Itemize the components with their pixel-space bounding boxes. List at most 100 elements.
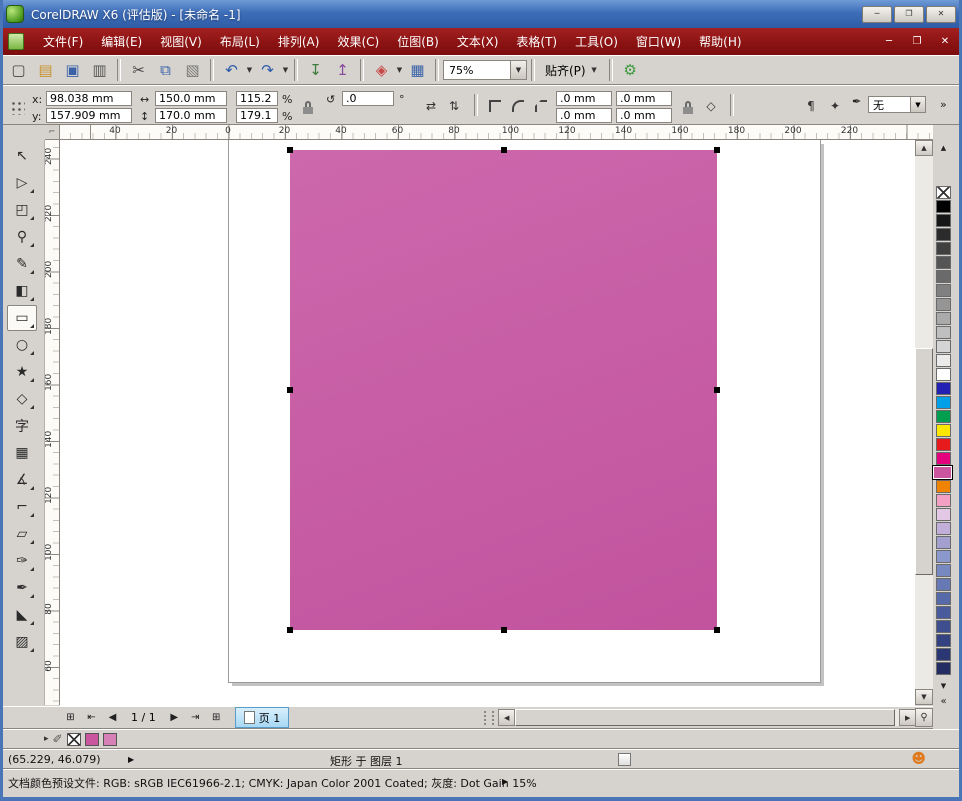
outline-width-dropdown-icon[interactable]: ▼: [910, 97, 925, 112]
title-bar[interactable]: CorelDRAW X6 (评估版) - [未命名 -1] ─ ❐ ✕: [0, 0, 962, 28]
selection-handle-top-left[interactable]: [287, 147, 293, 153]
document-palette-swatch[interactable]: [103, 733, 117, 746]
document-palette-swatch[interactable]: [85, 733, 99, 746]
lock-ratio-button[interactable]: [298, 97, 318, 117]
palette-swatch[interactable]: [936, 634, 951, 647]
snap-to-dropdown[interactable]: 贴齐(P)▼: [539, 56, 605, 84]
scroll-up-button[interactable]: ▲: [915, 140, 933, 156]
palette-swatch[interactable]: [936, 494, 951, 507]
menu-item-layout[interactable]: 布局(L): [211, 29, 269, 54]
save-button[interactable]: ▣: [59, 57, 86, 83]
freehand-tool[interactable]: ✎: [7, 251, 37, 277]
palette-swatch[interactable]: [936, 522, 951, 535]
page-tab[interactable]: 页 1: [235, 707, 290, 728]
palette-swatch[interactable]: [936, 410, 951, 423]
menu-item-arrange[interactable]: 排列(A): [269, 29, 329, 54]
user-account-icon[interactable]: ☻: [911, 751, 926, 767]
document-palette-tool-icon[interactable]: ✐: [53, 732, 63, 746]
palette-swatch[interactable]: [936, 564, 951, 577]
menu-item-table[interactable]: 表格(T): [507, 29, 566, 54]
toolbar-overflow-icon[interactable]: »: [940, 98, 947, 111]
palette-swatch[interactable]: [936, 550, 951, 563]
palette-swatch[interactable]: [936, 648, 951, 661]
palette-swatch[interactable]: [936, 214, 951, 227]
scale-y-field[interactable]: 179.1: [236, 108, 278, 123]
selected-rectangle-object[interactable]: [290, 150, 717, 630]
undo-button-dropdown-icon[interactable]: ▼: [245, 58, 254, 82]
ruler-origin-button[interactable]: ⌐: [45, 125, 60, 140]
corner-radius-tr-field[interactable]: .0 mm: [616, 91, 672, 106]
document-navigator-button[interactable]: ⚲: [915, 708, 933, 727]
outline-pen-tool[interactable]: ✒: [7, 575, 37, 601]
palette-swatch[interactable]: [936, 256, 951, 269]
convert-to-curves-button[interactable]: ✦: [824, 95, 846, 117]
drawing-canvas[interactable]: [60, 140, 915, 706]
scroll-down-button[interactable]: ▼: [915, 689, 933, 705]
dimension-tool[interactable]: ∡: [7, 467, 37, 493]
palette-swatch[interactable]: [936, 354, 951, 367]
selection-handle-middle-right[interactable]: [714, 387, 720, 393]
last-page-button[interactable]: ⇥: [185, 708, 206, 728]
outline-width-select[interactable]: 无 ▼: [868, 96, 926, 113]
palette-swatch[interactable]: [936, 396, 951, 409]
options-button[interactable]: ⚙: [617, 57, 644, 83]
palette-swatch[interactable]: [936, 368, 951, 381]
vertical-scrollbar[interactable]: ▲ ▼: [915, 140, 933, 705]
menu-item-help[interactable]: 帮助(H): [690, 29, 750, 54]
palette-swatch[interactable]: [936, 242, 951, 255]
close-button[interactable]: ✕: [926, 6, 956, 23]
fill-tool[interactable]: ◣: [7, 602, 37, 628]
scroll-right-button[interactable]: ▶: [899, 709, 916, 726]
palette-swatch[interactable]: [936, 340, 951, 353]
palette-swatch[interactable]: [936, 662, 951, 675]
palette-swatch[interactable]: [936, 438, 951, 451]
x-position-field[interactable]: 98.038 mm: [46, 91, 132, 106]
crop-tool[interactable]: ◰: [7, 197, 37, 223]
info-expander-icon[interactable]: ▶: [502, 777, 508, 786]
palette-swatch[interactable]: [936, 382, 951, 395]
menu-item-tools[interactable]: 工具(O): [566, 29, 627, 54]
scale-x-field[interactable]: 115.2: [236, 91, 278, 106]
smart-fill-tool[interactable]: ◧: [7, 278, 37, 304]
application-launcher-button[interactable]: ◈: [368, 57, 395, 83]
shape-tool[interactable]: ▷: [7, 170, 37, 196]
vertical-scroll-thumb[interactable]: [915, 348, 933, 575]
selection-handle-bottom-left[interactable]: [287, 627, 293, 633]
horizontal-scroll-thumb[interactable]: [515, 709, 895, 726]
welcome-screen-button[interactable]: ▦: [404, 57, 431, 83]
corner-radius-bl-field[interactable]: .0 mm: [556, 108, 612, 123]
export-button[interactable]: ↥: [329, 57, 356, 83]
square-corner-button[interactable]: [484, 95, 506, 117]
palette-swatch-none[interactable]: [936, 186, 951, 199]
menu-item-edit[interactable]: 编辑(E): [92, 29, 151, 54]
relative-corner-scaling-button[interactable]: ◇: [700, 95, 722, 117]
undo-button[interactable]: ↶: [218, 57, 245, 83]
mirror-horizontal-button[interactable]: ⇄: [420, 95, 442, 117]
basic-shapes-tool[interactable]: ◇: [7, 386, 37, 412]
first-page-button[interactable]: ⇤: [81, 708, 102, 728]
status-indicator-icon[interactable]: [618, 753, 631, 766]
print-button[interactable]: ▥: [86, 57, 113, 83]
mdi-close-button[interactable]: ✕: [936, 34, 954, 50]
menu-item-bitmaps[interactable]: 位图(B): [388, 29, 448, 54]
palette-swatch[interactable]: [936, 606, 951, 619]
rectangle-tool[interactable]: ▭: [7, 305, 37, 331]
palette-swatch[interactable]: [936, 270, 951, 283]
palette-scroll-up-button[interactable]: ▲: [936, 142, 951, 153]
menu-item-text[interactable]: 文本(X): [448, 29, 508, 54]
mirror-vertical-button[interactable]: ⇅: [443, 95, 465, 117]
application-launcher-button-dropdown-icon[interactable]: ▼: [395, 58, 404, 82]
palette-swatch[interactable]: [936, 480, 951, 493]
palette-swatch[interactable]: [936, 620, 951, 633]
chamfer-corner-button[interactable]: [530, 95, 552, 117]
mdi-restore-button[interactable]: ❐: [908, 34, 926, 50]
palette-swatch[interactable]: [936, 536, 951, 549]
status-expander-icon[interactable]: ▶: [128, 755, 134, 764]
color-eyedropper-tool[interactable]: ✑: [7, 548, 37, 574]
object-position-grid-icon[interactable]: [6, 97, 28, 117]
palette-swatch[interactable]: [936, 508, 951, 521]
palette-flyout-button[interactable]: «: [936, 696, 951, 707]
selection-handle-top-right[interactable]: [714, 147, 720, 153]
pick-tool[interactable]: ↖: [7, 143, 37, 169]
minimize-button[interactable]: ─: [862, 6, 892, 23]
